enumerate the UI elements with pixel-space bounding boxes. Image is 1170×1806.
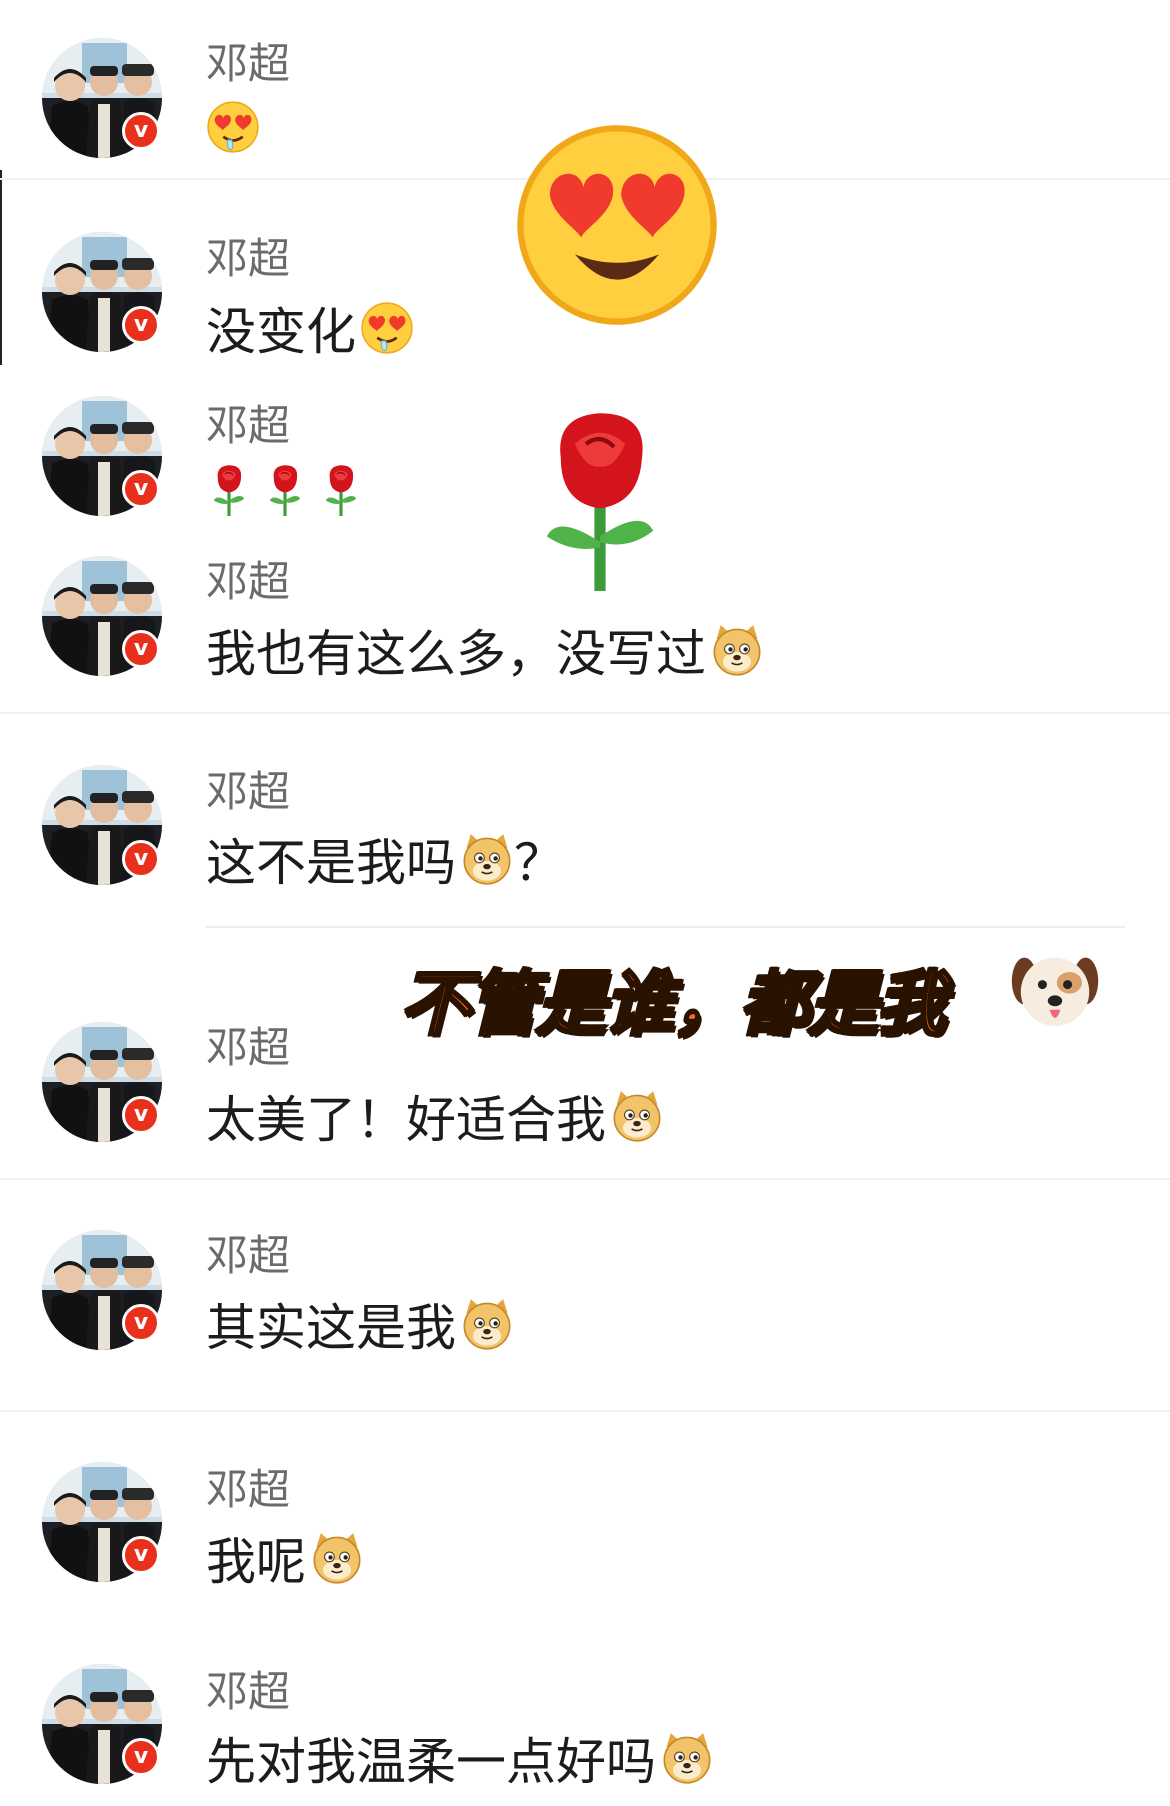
comment-text: 没变化: [206, 292, 414, 364]
rose-icon: [262, 462, 308, 518]
verified-badge-icon: v: [122, 840, 160, 878]
doge-icon: [710, 623, 764, 677]
comment-text: 我也有这么多，没写过: [206, 614, 764, 686]
doge-icon: [460, 832, 514, 886]
commenter-name[interactable]: 邓超: [206, 1456, 290, 1517]
left-edge-line: [0, 170, 2, 365]
heart-eyes-drool-icon: [206, 100, 260, 154]
comment-text: [206, 100, 260, 154]
verified-badge-icon: v: [122, 630, 160, 668]
verified-badge-icon: v: [122, 1536, 160, 1574]
rose-icon: [206, 462, 252, 518]
verified-badge-icon: v: [122, 112, 160, 150]
doge-icon: [610, 1089, 664, 1143]
divider: [0, 1410, 1170, 1412]
comment-text: 这不是我吗 ？: [206, 832, 564, 892]
divider: [0, 1178, 1170, 1180]
overlay-banner-text: 不管是谁，都是我: [399, 962, 948, 1047]
comment-text: 我呢: [206, 1522, 364, 1594]
doge-icon: [460, 1297, 514, 1351]
commenter-name[interactable]: 邓超: [206, 1222, 290, 1283]
commenter-name[interactable]: 邓超: [206, 758, 290, 819]
verified-badge-icon: v: [122, 1096, 160, 1134]
rose-icon: [318, 462, 364, 518]
comment-text: 太美了！好适合我: [206, 1080, 664, 1152]
commenter-name[interactable]: 邓超: [206, 225, 290, 286]
commenter-name[interactable]: 邓超: [206, 1658, 290, 1719]
verified-badge-icon: v: [122, 1304, 160, 1342]
divider: [205, 926, 1125, 928]
commenter-name[interactable]: 邓超: [206, 392, 290, 453]
comment-text: 其实这是我: [206, 1288, 514, 1360]
comment-text: 先对我温柔一点好吗: [206, 1722, 714, 1794]
verified-badge-icon: v: [122, 1738, 160, 1776]
doge-icon: [660, 1731, 714, 1785]
rose-sticker-icon: [530, 400, 670, 600]
heart-eyes-drool-icon: [360, 301, 414, 355]
verified-badge-icon: v: [122, 306, 160, 344]
comment-text: [206, 462, 374, 518]
commenter-name[interactable]: 邓超: [206, 1014, 290, 1075]
verified-badge-icon: v: [122, 470, 160, 508]
doge-icon: [310, 1531, 364, 1585]
commenter-name[interactable]: 邓超: [206, 548, 290, 609]
divider: [0, 712, 1170, 714]
heart-eyes-sticker-icon: [512, 120, 722, 330]
commenter-name[interactable]: 邓超: [206, 30, 290, 91]
puppy-face-icon: [1010, 945, 1100, 1035]
